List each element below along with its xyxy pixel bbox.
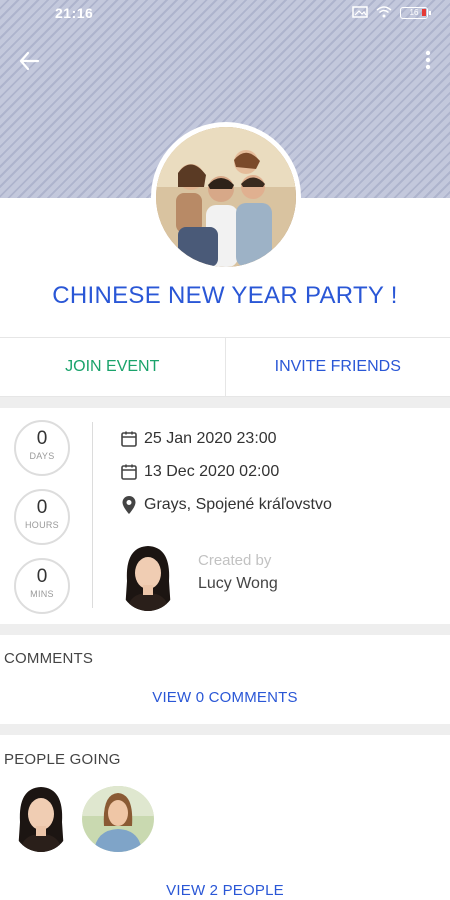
battery-icon: 16 <box>400 7 431 19</box>
attendee-avatar[interactable] <box>82 786 154 852</box>
countdown-value: 0 <box>36 566 48 587</box>
start-datetime: 25 Jan 2020 23:00 <box>144 430 277 447</box>
event-title: CHINESE NEW YEAR PARTY ! <box>52 282 398 309</box>
location-text: Grays, Spojené kráľovstvo <box>144 496 332 513</box>
countdown-hours: 0 HOURS <box>14 489 70 545</box>
view-comments-link[interactable]: VIEW 0 COMMENTS <box>0 689 450 706</box>
creator-name[interactable]: Lucy Wong <box>198 575 278 593</box>
view-people-link[interactable]: VIEW 2 PEOPLE <box>0 882 450 899</box>
status-time: 21:16 <box>55 5 94 21</box>
created-by-label: Created by <box>198 552 272 569</box>
divider <box>0 724 450 735</box>
invite-friends-button[interactable]: INVITE FRIENDS <box>226 338 450 396</box>
event-end: 13 Dec 2020 02:00 <box>118 462 279 482</box>
status-bar: 21:16 16 <box>0 0 450 26</box>
people-going-title: PEOPLE GOING <box>4 751 121 768</box>
countdown-unit: MINS <box>30 589 54 599</box>
join-event-button[interactable]: JOIN EVENT <box>0 338 226 396</box>
comments-title: COMMENTS <box>4 650 94 667</box>
countdown-minutes: 0 MINS <box>14 558 70 614</box>
divider <box>0 397 450 408</box>
countdown-unit: HOURS <box>24 520 59 530</box>
divider-vertical <box>92 422 93 608</box>
location-pin-icon <box>118 495 140 515</box>
image-icon <box>352 5 368 21</box>
divider <box>0 624 450 635</box>
calendar-icon <box>118 462 140 482</box>
countdown-days: 0 DAYS <box>14 420 70 476</box>
more-vert-icon[interactable] <box>418 48 438 78</box>
calendar-icon <box>118 429 140 449</box>
back-arrow-icon[interactable] <box>14 48 44 78</box>
event-start: 25 Jan 2020 23:00 <box>118 429 277 449</box>
battery-level: 16 <box>409 8 419 17</box>
attendee-avatar[interactable] <box>12 782 70 852</box>
event-image <box>151 122 301 272</box>
countdown-unit: DAYS <box>29 451 55 461</box>
wifi-icon <box>376 5 392 21</box>
countdown-value: 0 <box>36 428 48 449</box>
creator-avatar[interactable] <box>119 541 177 611</box>
event-actions: JOIN EVENT INVITE FRIENDS <box>0 337 450 397</box>
countdown-value: 0 <box>36 497 48 518</box>
end-datetime: 13 Dec 2020 02:00 <box>144 463 280 480</box>
event-location[interactable]: Grays, Spojené kráľovstvo <box>118 495 332 515</box>
